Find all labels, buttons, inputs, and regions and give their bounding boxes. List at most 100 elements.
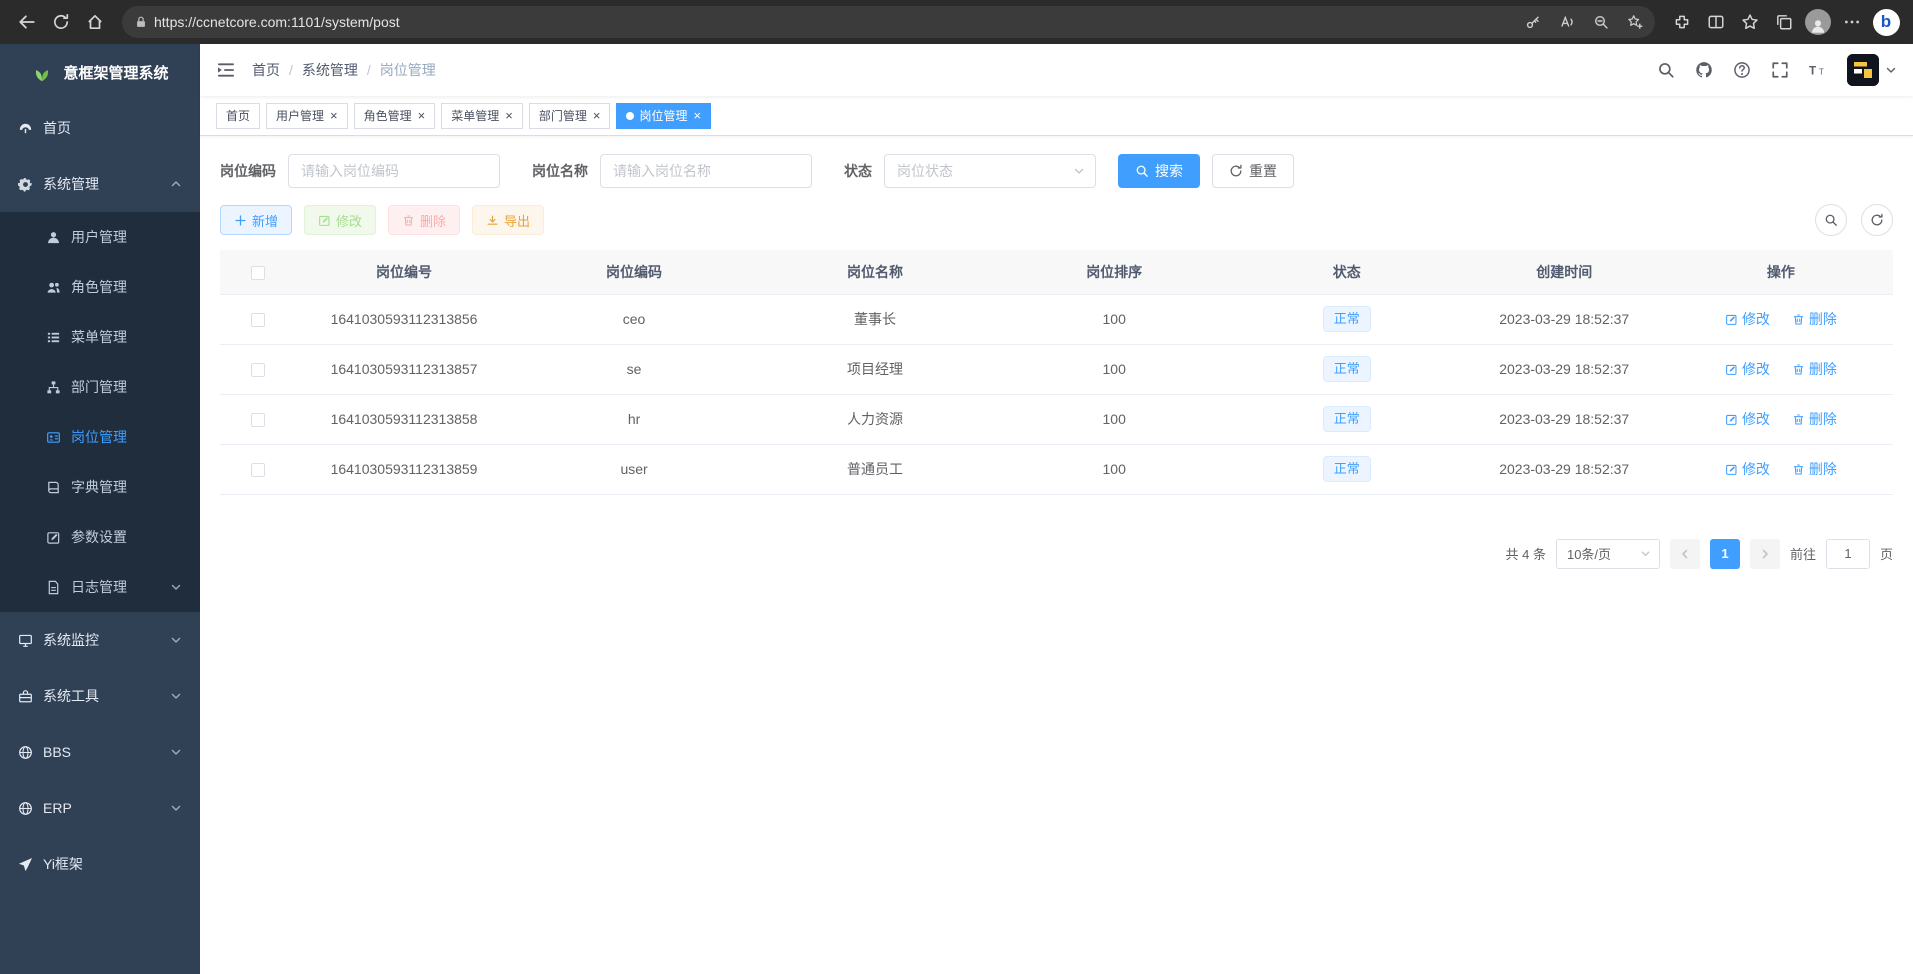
status-select-placeholder: 岗位状态 (897, 161, 953, 181)
reset-button[interactable]: 重置 (1212, 154, 1294, 188)
tab-menus[interactable]: 菜单管理× (441, 103, 523, 129)
read-aloud-icon[interactable] (1553, 8, 1581, 36)
sidebar-item-users[interactable]: 用户管理 (0, 212, 200, 262)
user-menu[interactable] (1847, 54, 1897, 86)
refresh-icon[interactable] (44, 5, 78, 39)
row-edit-button[interactable]: 修改 (1725, 459, 1770, 479)
help-icon[interactable] (1723, 44, 1761, 96)
sidebar-item-parameters[interactable]: 参数设置 (0, 512, 200, 562)
next-page-button[interactable] (1750, 539, 1780, 569)
zoom-out-icon[interactable] (1587, 8, 1615, 36)
sidebar-item-monitor[interactable]: 系统监控 (0, 612, 200, 668)
tab-roles[interactable]: 角色管理 × (354, 103, 436, 129)
post-name-input[interactable] (600, 154, 812, 188)
app-logo[interactable]: 意框架管理系统 (0, 44, 200, 100)
export-button[interactable]: 导出 (472, 205, 544, 235)
page-size-value: 10条/页 (1567, 544, 1611, 563)
edit-button-label: 修改 (336, 211, 362, 230)
row-edit-label: 修改 (1742, 459, 1770, 479)
more-menu-icon[interactable] (1835, 5, 1869, 39)
book-icon (46, 480, 61, 495)
close-icon[interactable]: × (593, 109, 601, 122)
row-delete-label: 删除 (1809, 409, 1837, 429)
row-checkbox[interactable] (251, 413, 265, 427)
password-key-icon[interactable] (1519, 8, 1547, 36)
address-bar[interactable]: https://ccnetcore.com:1101/system/post (122, 6, 1655, 38)
sidebar-item-departments[interactable]: 部门管理 (0, 362, 200, 412)
sidebar-item-posts[interactable]: 岗位管理 (0, 412, 200, 462)
sidebar-item-label: 用户管理 (71, 227, 127, 247)
system-submenu: 用户管理 角色管理 菜单管理 部门管理 岗位管理 (0, 212, 200, 612)
github-icon[interactable] (1685, 44, 1723, 96)
sidebar-item-label: 角色管理 (71, 277, 127, 297)
row-checkbox[interactable] (251, 313, 265, 327)
sidebar-item-roles[interactable]: 角色管理 (0, 262, 200, 312)
post-code-input[interactable] (288, 154, 500, 188)
toggle-search-icon[interactable] (1815, 204, 1847, 236)
browser-toolbar: https://ccnetcore.com:1101/system/post b (0, 0, 1913, 44)
prev-page-button[interactable] (1670, 539, 1700, 569)
row-checkbox[interactable] (251, 463, 265, 477)
select-all-checkbox[interactable] (251, 266, 265, 280)
row-edit-button[interactable]: 修改 (1725, 309, 1770, 329)
sidebar-item-system[interactable]: 系统管理 (0, 156, 200, 212)
close-icon[interactable]: × (505, 109, 513, 122)
extensions-icon[interactable] (1665, 5, 1699, 39)
sidebar-item-dictionary[interactable]: 字典管理 (0, 462, 200, 512)
tab-users[interactable]: 用户管理× (266, 103, 348, 129)
row-delete-button[interactable]: 删除 (1792, 359, 1837, 379)
sidebar-item-erp[interactable]: ERP (0, 780, 200, 836)
search-button[interactable]: 搜索 (1118, 154, 1200, 188)
row-delete-button[interactable]: 删除 (1792, 459, 1837, 479)
edit-button[interactable]: 修改 (304, 205, 376, 235)
close-icon[interactable]: × (693, 109, 701, 122)
sidebar-item-bbs[interactable]: BBS (0, 724, 200, 780)
tab-label: 角色管理 (364, 107, 412, 124)
browser-profile-avatar[interactable] (1801, 5, 1835, 39)
goto-page-input[interactable] (1826, 539, 1870, 569)
split-screen-icon[interactable] (1699, 5, 1733, 39)
back-icon[interactable] (10, 5, 44, 39)
table-row: 1641030593112313858 hr 人力资源 100 正常 2023-… (220, 394, 1893, 444)
breadcrumb-home[interactable]: 首页 (252, 60, 280, 80)
page-number-1[interactable]: 1 (1710, 539, 1740, 569)
search-icon[interactable] (1647, 44, 1685, 96)
row-edit-button[interactable]: 修改 (1725, 409, 1770, 429)
favorites-icon[interactable] (1733, 5, 1767, 39)
refresh-table-icon[interactable] (1861, 204, 1893, 236)
globe-icon (18, 801, 33, 816)
filter-post-name: 岗位名称 (532, 154, 812, 188)
close-icon[interactable]: × (330, 109, 338, 122)
home-icon[interactable] (78, 5, 112, 39)
svg-text:T: T (1809, 65, 1817, 78)
fullscreen-icon[interactable] (1761, 44, 1799, 96)
row-checkbox[interactable] (251, 363, 265, 377)
sidebar-menu: 首页 系统管理 用户管理 角色管理 菜单管理 (0, 100, 200, 892)
tab-posts[interactable]: 岗位管理× (616, 103, 711, 129)
font-size-icon[interactable]: TT (1799, 44, 1837, 96)
site-info-lock-icon[interactable] (134, 15, 148, 29)
collections-icon[interactable] (1767, 5, 1801, 39)
sidebar-item-framework[interactable]: Yi框架 (0, 836, 200, 892)
sidebar-item-menus[interactable]: 菜单管理 (0, 312, 200, 362)
page-size-select[interactable]: 10条/页 (1556, 539, 1660, 569)
download-icon (486, 214, 499, 227)
row-edit-button[interactable]: 修改 (1725, 359, 1770, 379)
url-text[interactable]: https://ccnetcore.com:1101/system/post (154, 14, 1513, 30)
status-select[interactable]: 岗位状态 (884, 154, 1096, 188)
row-delete-button[interactable]: 删除 (1792, 409, 1837, 429)
sidebar-item-home[interactable]: 首页 (0, 100, 200, 156)
sidebar-item-logs[interactable]: 日志管理 (0, 562, 200, 612)
favorites-add-icon[interactable] (1621, 8, 1649, 36)
row-delete-button[interactable]: 删除 (1792, 309, 1837, 329)
tab-home[interactable]: 首页 (216, 103, 260, 129)
add-button[interactable]: 新增 (220, 205, 292, 235)
bing-sidebar-icon[interactable]: b (1869, 5, 1903, 39)
tab-departments[interactable]: 部门管理× (529, 103, 611, 129)
close-icon[interactable]: × (418, 109, 426, 122)
sidebar-toggle-icon[interactable] (200, 44, 252, 96)
paper-plane-icon (18, 857, 33, 872)
breadcrumb-section[interactable]: 系统管理 (302, 60, 358, 80)
sidebar-item-tools[interactable]: 系统工具 (0, 668, 200, 724)
delete-button[interactable]: 删除 (388, 205, 460, 235)
